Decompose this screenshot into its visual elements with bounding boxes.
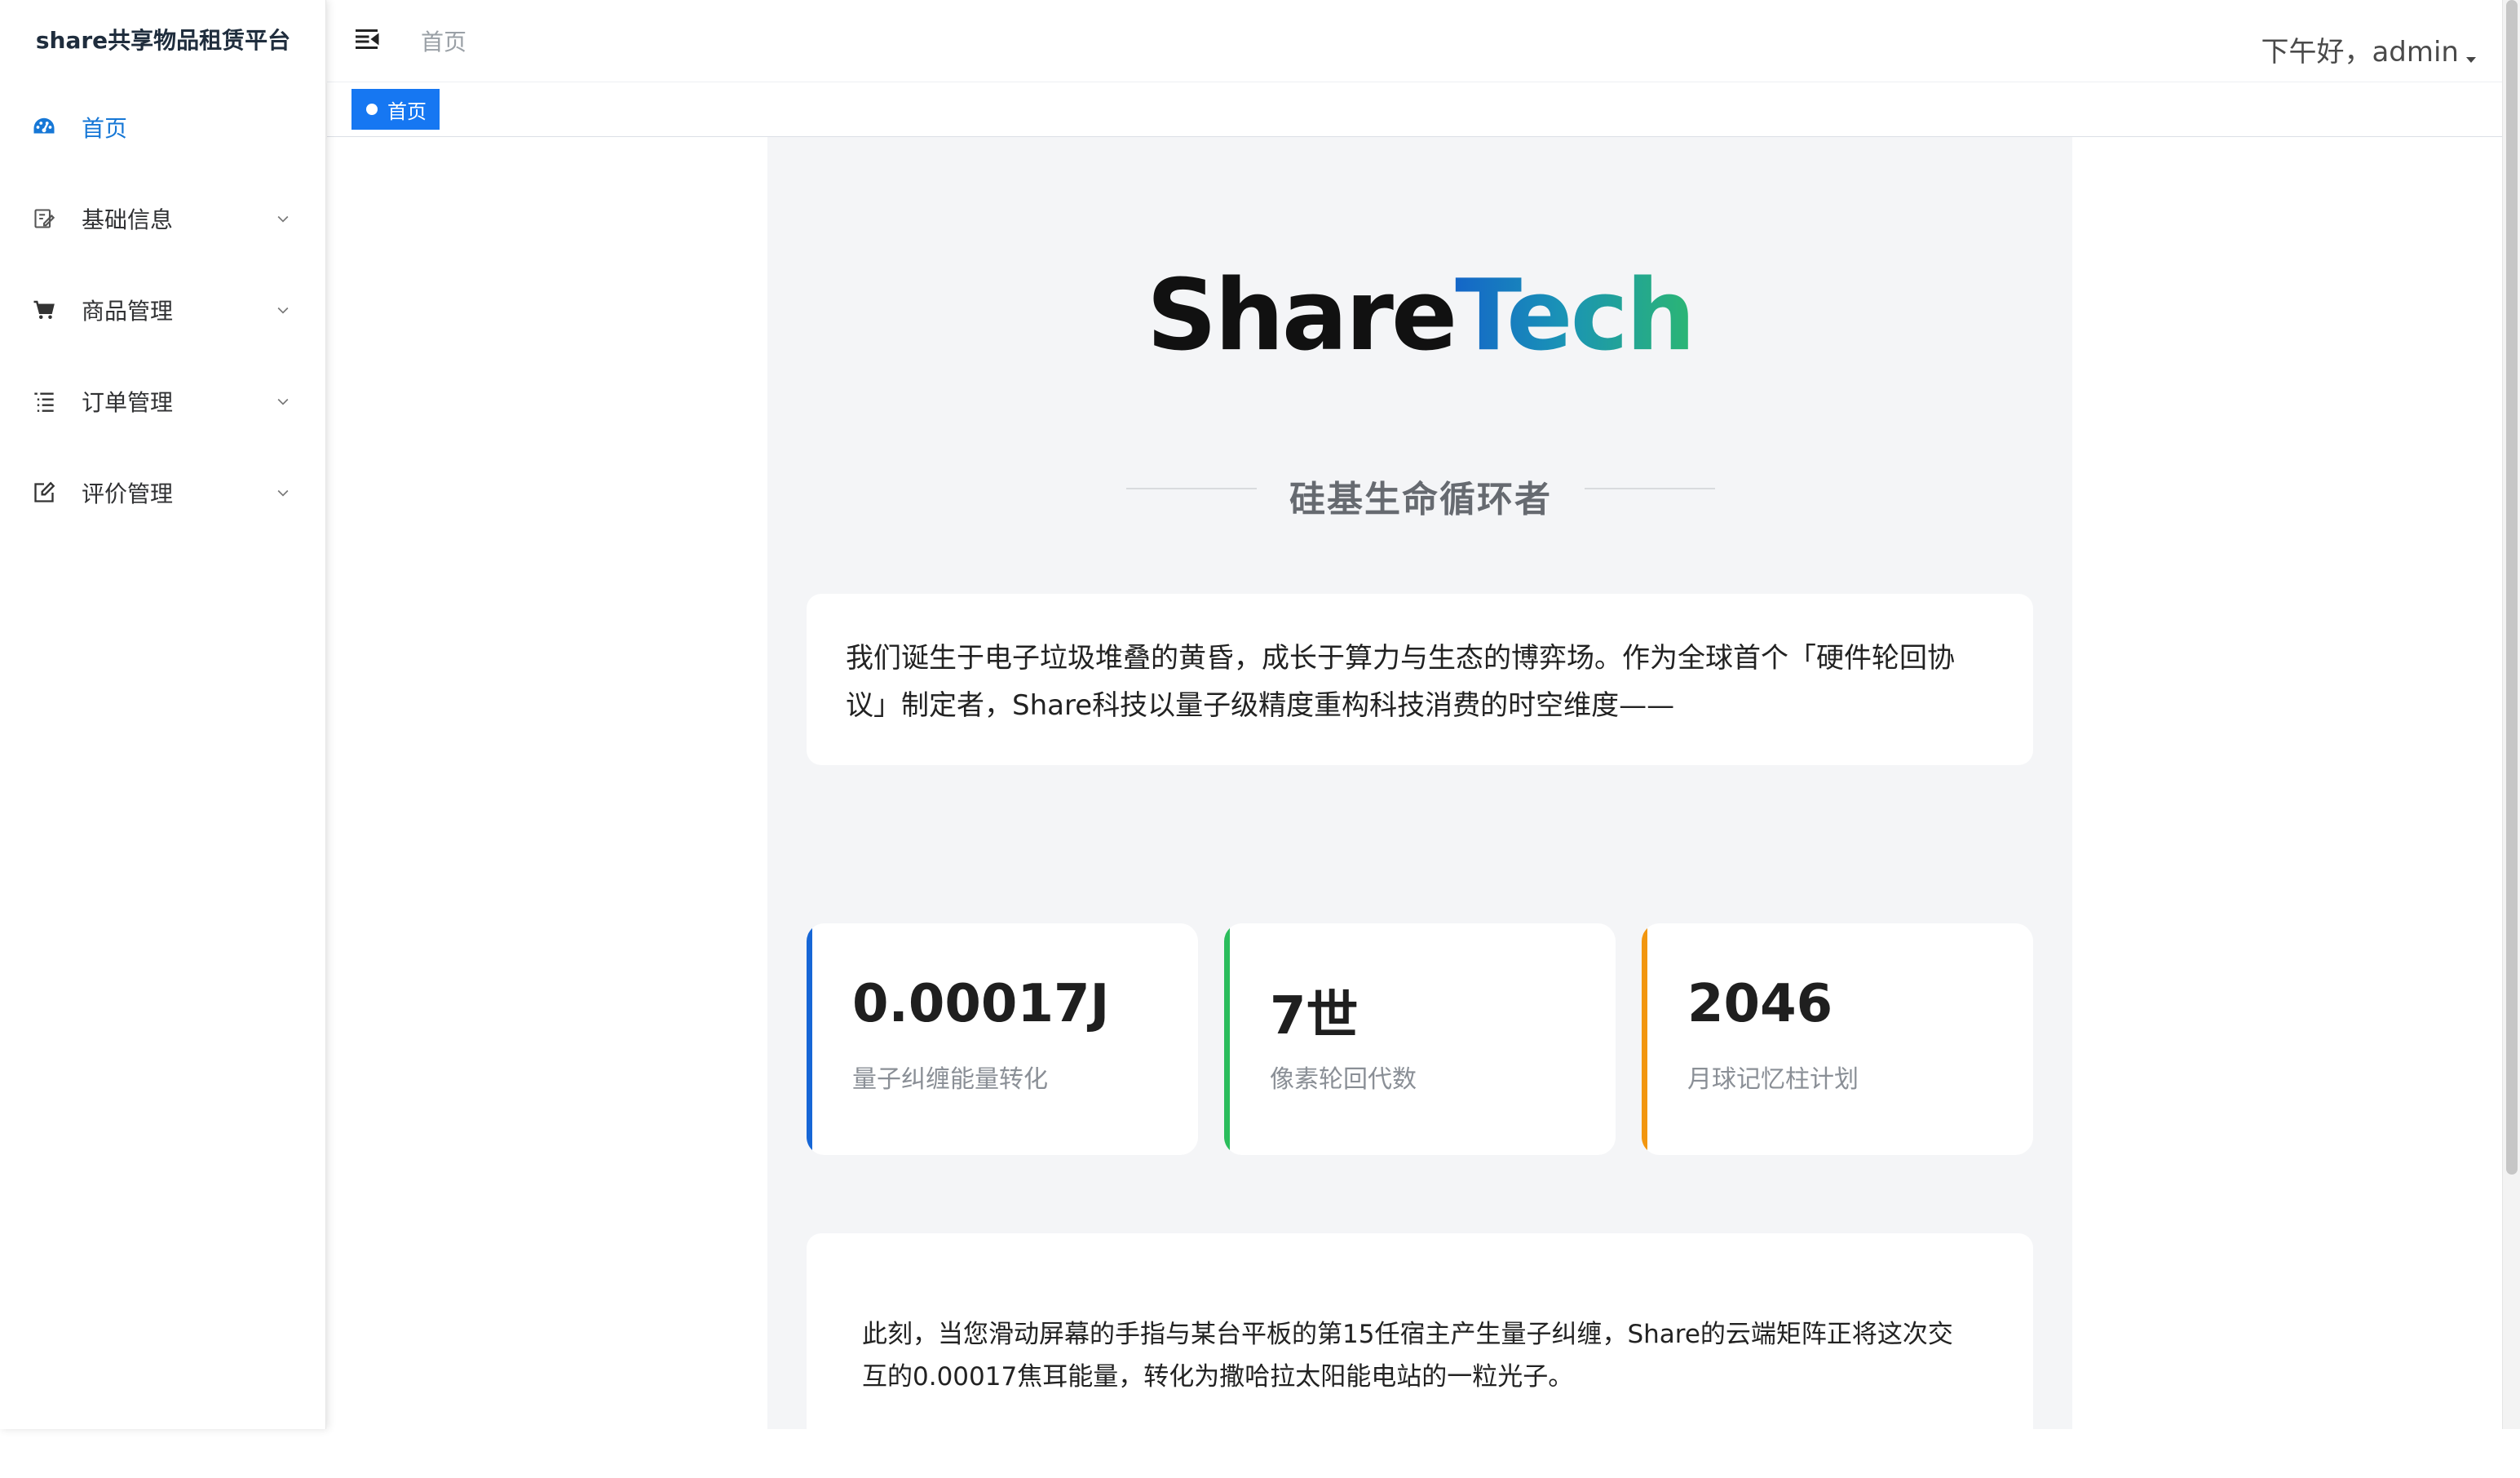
stat-accent — [1642, 923, 1647, 1155]
sidebar-item-goods[interactable]: 商品管理 — [0, 264, 326, 356]
top-header: 首页 下午好，admin — [327, 0, 2520, 82]
chevron-down-icon — [274, 484, 292, 502]
stat-accent — [807, 923, 812, 1155]
sidebar-item-reviews[interactable]: 评价管理 — [0, 447, 326, 538]
stat-accent — [1224, 923, 1230, 1155]
intro-card: 我们诞生于电子垃圾堆叠的黄昏，成长于算力与生态的博弈场。作为全球首个「硬件轮回协… — [807, 594, 2033, 765]
app-title: share共享物品租赁平台 — [0, 23, 326, 55]
tag-dot — [366, 104, 378, 115]
sidebar-item-label: 基础信息 — [82, 202, 173, 235]
page-scrollbar[interactable] — [2502, 0, 2520, 1429]
subtitle-row: 硅基生命循环者 — [767, 463, 2072, 512]
menu-toggle-icon[interactable] — [353, 24, 384, 55]
subtitle: 硅基生命循环者 — [1257, 470, 1585, 522]
sidebar-item-basic-info[interactable]: 基础信息 — [0, 173, 326, 264]
brand-tech: Tech — [1455, 259, 1693, 373]
divider — [1585, 488, 1715, 489]
stat-card-energy: 0.00017J 量子纠缠能量转化 — [807, 923, 1198, 1155]
stat-card-lunar: 2046 月球记忆柱计划 — [1642, 923, 2033, 1155]
edit-document-icon — [31, 206, 57, 232]
sidebar-item-label: 订单管理 — [82, 385, 173, 418]
scrollbar-thumb[interactable] — [2506, 0, 2518, 1175]
brand-share: Share — [1147, 259, 1455, 373]
tag-label: 首页 — [387, 95, 427, 124]
stat-card-generations: 7世 像素轮回代数 — [1224, 923, 1616, 1155]
brand-logo: ShareTech — [767, 268, 2072, 365]
sidebar-item-orders[interactable]: 订单管理 — [0, 356, 326, 447]
breadcrumb[interactable]: 首页 — [421, 24, 466, 57]
stat-value: 0.00017J — [852, 974, 1109, 1034]
stat-label: 月球记忆柱计划 — [1687, 1059, 1859, 1095]
story-card: 此刻，当您滑动屏幕的手指与某台平板的第15任宿主产生量子纠缠，Share的云端矩… — [807, 1233, 2033, 1478]
chevron-down-icon — [274, 392, 292, 410]
edit-icon — [31, 480, 57, 506]
caret-down-icon[interactable] — [2465, 52, 2478, 62]
list-icon — [31, 388, 57, 414]
sidebar: share共享物品租赁平台 首页 基础信息 — [0, 0, 326, 1429]
dashboard-icon — [31, 114, 57, 140]
tags-view: 首页 — [327, 82, 2520, 137]
chevron-down-icon — [274, 301, 292, 319]
sidebar-item-home[interactable]: 首页 — [0, 82, 326, 173]
divider — [1126, 488, 1257, 489]
stat-label: 量子纠缠能量转化 — [852, 1059, 1048, 1095]
sidebar-item-label: 首页 — [82, 111, 127, 144]
stat-value: 7世 — [1270, 974, 1359, 1049]
tag-home[interactable]: 首页 — [351, 89, 440, 130]
sidebar-item-label: 商品管理 — [82, 294, 173, 326]
home-content: ShareTech 硅基生命循环者 我们诞生于电子垃圾堆叠的黄昏，成长于算力与生… — [767, 137, 2072, 1429]
main-area: ShareTech 硅基生命循环者 我们诞生于电子垃圾堆叠的黄昏，成长于算力与生… — [327, 137, 2520, 1429]
shopping-cart-icon — [31, 297, 57, 323]
stat-label: 像素轮回代数 — [1270, 1059, 1417, 1095]
chevron-down-icon — [274, 210, 292, 228]
stat-value: 2046 — [1687, 974, 1833, 1034]
user-greeting[interactable]: 下午好，admin — [2261, 29, 2459, 69]
sidebar-item-label: 评价管理 — [82, 476, 173, 509]
